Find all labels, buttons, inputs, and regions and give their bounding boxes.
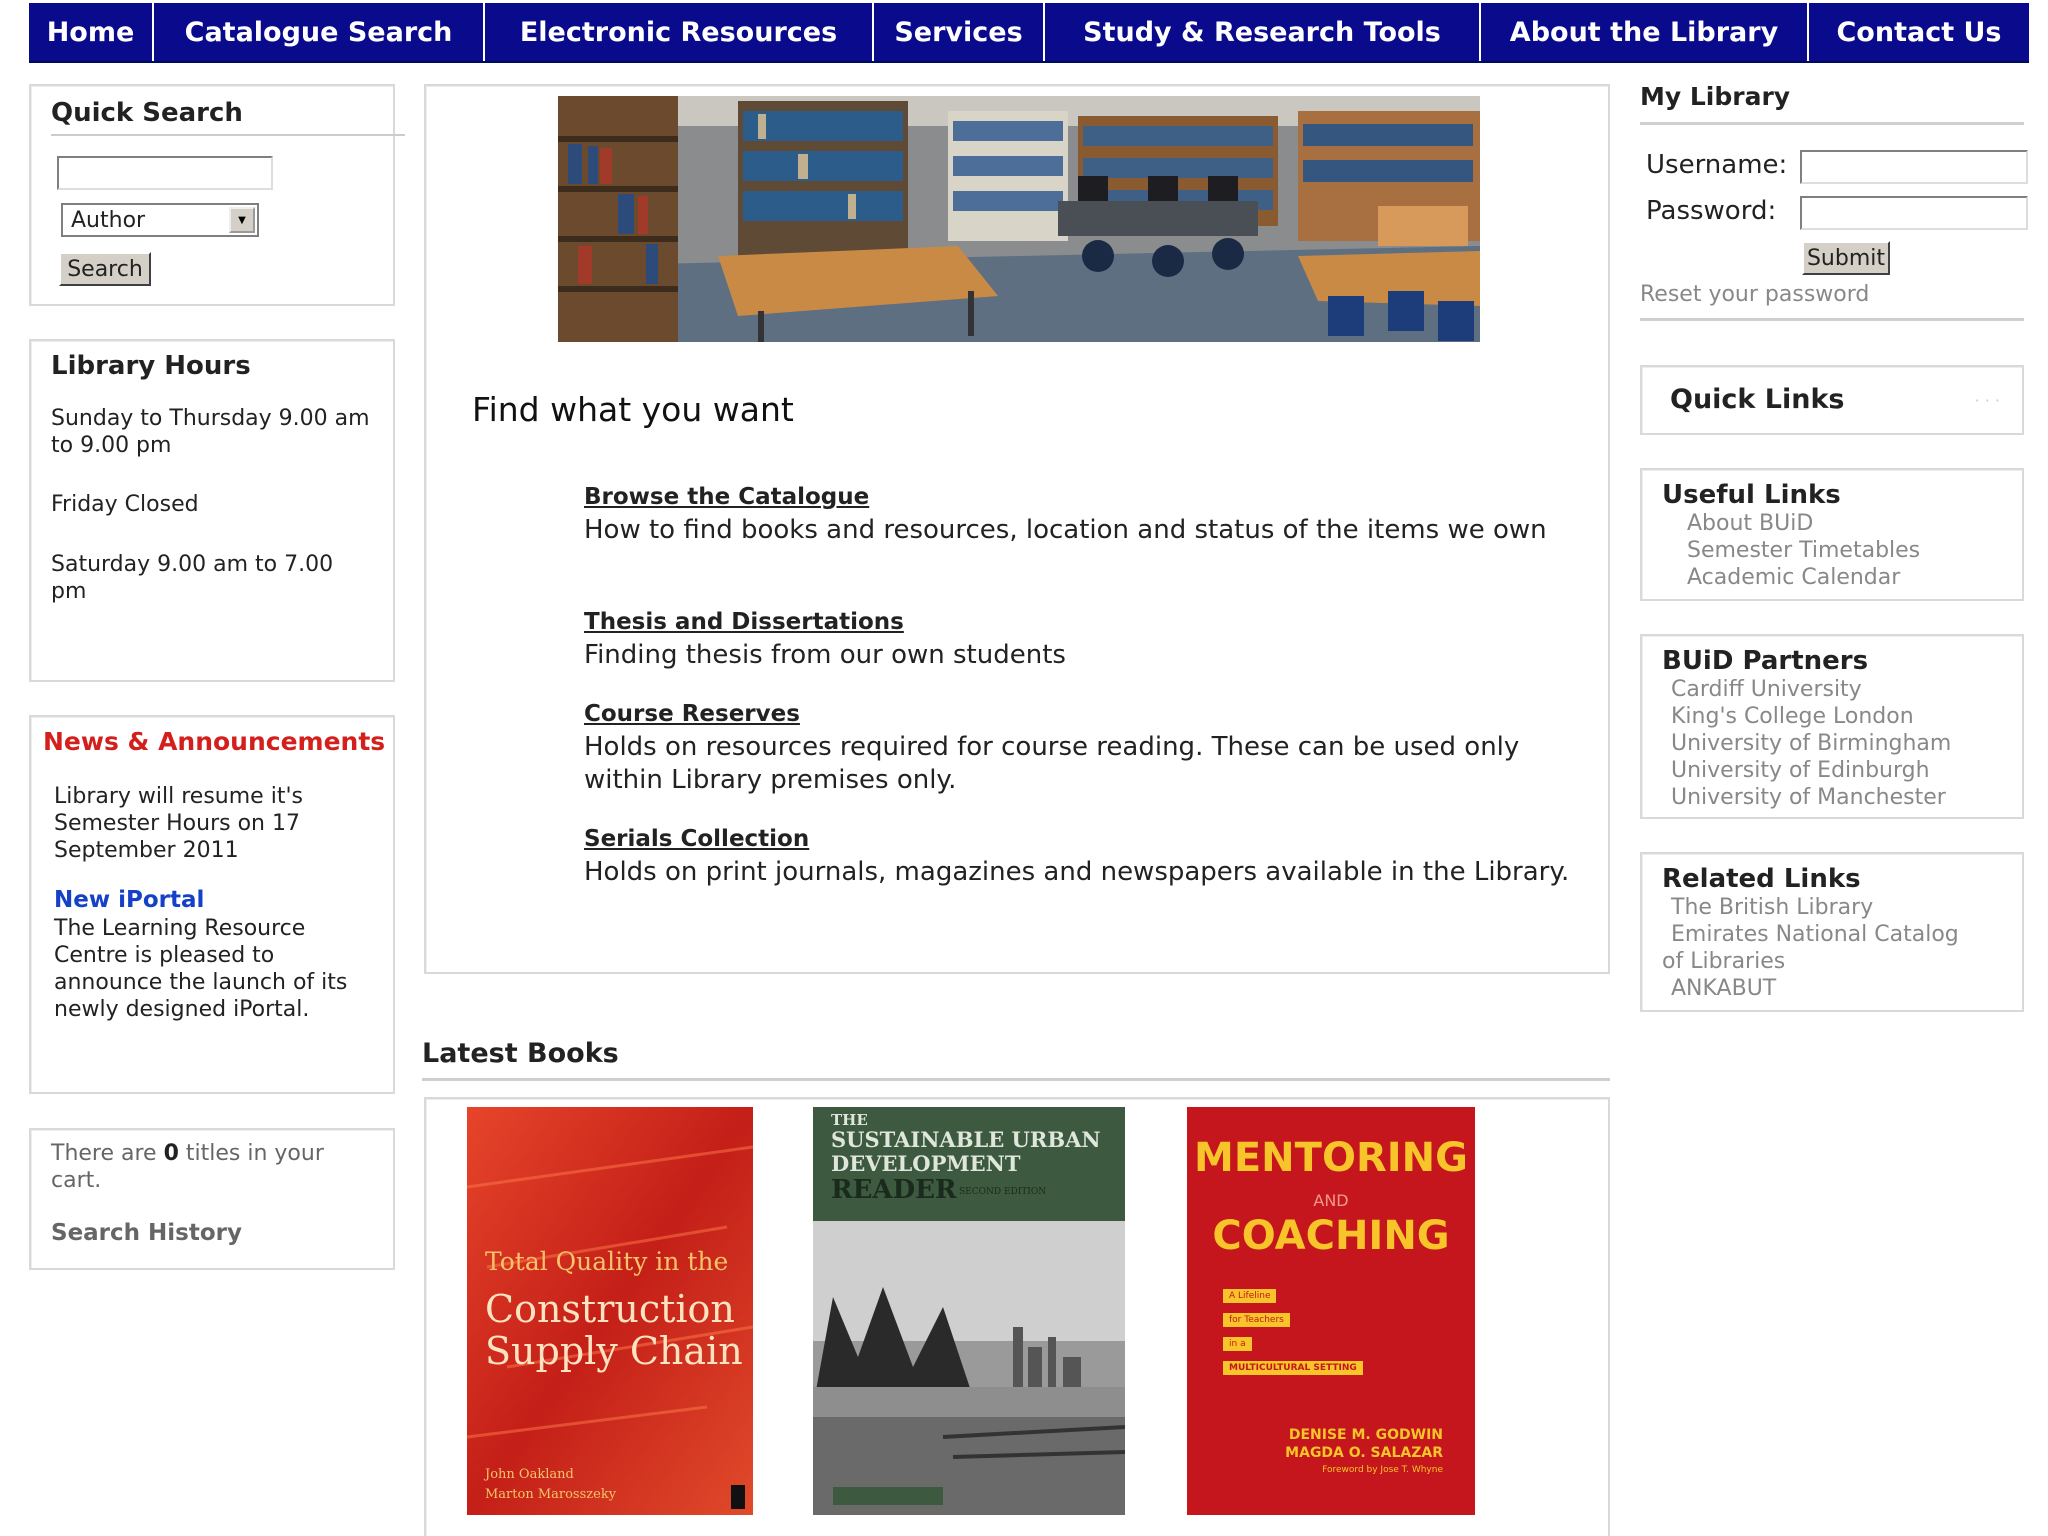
news-panel: News & Announcements Library will resume… xyxy=(29,715,395,1094)
news-item-iportal-link[interactable]: New iPortal xyxy=(54,887,204,913)
more-icon: · · · xyxy=(1974,391,2000,410)
divider xyxy=(1640,318,2024,321)
link-semester-timetables[interactable]: Semester Timetables xyxy=(1687,537,2027,564)
password-label: Password: xyxy=(1646,196,1777,226)
book-title-line: Supply Chain xyxy=(485,1329,743,1373)
link-kings-college-london[interactable]: King's College London xyxy=(1671,703,2011,730)
quick-search-title: Quick Search xyxy=(51,98,243,128)
cart-status: There are 0 titles in your cart. xyxy=(51,1141,324,1193)
book-title-line: AND xyxy=(1313,1191,1349,1210)
useful-links-panel: Useful Links About BUiD Semester Timetab… xyxy=(1640,468,2024,601)
link-university-of-manchester[interactable]: University of Manchester xyxy=(1671,784,2011,811)
book-title-line: Construction xyxy=(485,1287,735,1331)
book-tag: for Teachers xyxy=(1223,1313,1290,1327)
book-cover-sustainable-urban[interactable]: THE SUSTAINABLE URBAN DEVELOPMENT READER… xyxy=(813,1107,1125,1515)
search-button[interactable]: Search xyxy=(59,252,151,286)
my-library-title: My Library xyxy=(1640,82,1791,111)
divider xyxy=(1640,122,2024,125)
nav-about-the-library[interactable]: About the Library xyxy=(1481,3,1809,61)
quick-search-panel: Quick Search Author ▼ Search xyxy=(29,84,405,306)
news-item-text: Library will resume it's Semester Hours … xyxy=(54,784,303,863)
library-banner-image xyxy=(558,96,1480,342)
book-tag: A Lifeline xyxy=(1223,1289,1277,1303)
link-ankabut[interactable]: ANKABUT xyxy=(1662,975,2002,1002)
nav-contact-us[interactable]: Contact Us xyxy=(1809,3,2029,61)
cart-count: 0 xyxy=(163,1141,179,1166)
book-authors: John Oakland Marton Marosszeky xyxy=(485,1467,617,1502)
quick-links-title: Quick Links xyxy=(1670,384,1845,415)
divider xyxy=(51,134,405,136)
book-title-line: DEVELOPMENT xyxy=(831,1151,1021,1176)
link-emirates-national-catalog[interactable]: Emirates National Catalog xyxy=(1662,921,2002,948)
link-emirates-national-catalog-cont[interactable]: of Libraries xyxy=(1662,948,2002,975)
link-academic-calendar[interactable]: Academic Calendar xyxy=(1687,564,2027,591)
library-hours-panel: Library Hours Sunday to Thursday 9.00 am… xyxy=(29,339,395,682)
cart-panel: There are 0 titles in your cart. Search … xyxy=(29,1128,395,1270)
link-university-of-birmingham[interactable]: University of Birmingham xyxy=(1671,730,2011,757)
username-label: Username: xyxy=(1646,150,1788,180)
book-title-line: SUSTAINABLE URBAN xyxy=(831,1127,1101,1152)
browse-catalogue-description: How to find books and resources, locatio… xyxy=(584,515,1547,545)
book-title-line: COACHING xyxy=(1212,1213,1450,1259)
nav-services[interactable]: Services xyxy=(874,3,1045,61)
search-history-link[interactable]: Search History xyxy=(51,1220,242,1246)
book-authors: DENISE M. GODWIN xyxy=(1288,1427,1443,1443)
book-title-line: READER xyxy=(831,1175,957,1205)
book-foreword: Foreword by Jose T. Whyne xyxy=(1322,1465,1443,1475)
book-tag: MULTICULTURAL SETTING xyxy=(1223,1361,1363,1375)
course-reserves-link[interactable]: Course Reserves xyxy=(584,701,800,727)
news-title: News & Announcements xyxy=(43,727,386,756)
password-field[interactable] xyxy=(1800,196,2028,230)
buid-partners-title: BUiD Partners xyxy=(1662,646,1869,676)
username-field[interactable] xyxy=(1800,150,2028,184)
search-field-select[interactable]: Author ▼ xyxy=(61,203,259,237)
latest-books-heading: Latest Books xyxy=(422,1038,619,1069)
divider xyxy=(422,1078,1610,1081)
quick-links-panel[interactable]: Quick Links · · · xyxy=(1640,365,2024,435)
serials-collection-link[interactable]: Serials Collection xyxy=(584,826,809,852)
book-title-line: MENTORING xyxy=(1194,1135,1468,1181)
link-cardiff-university[interactable]: Cardiff University xyxy=(1671,676,2011,703)
chevron-down-icon[interactable]: ▼ xyxy=(229,207,255,233)
find-what-you-want-heading: Find what you want xyxy=(472,390,794,429)
link-university-of-edinburgh[interactable]: University of Edinburgh xyxy=(1671,757,2011,784)
hours-saturday: Saturday 9.00 am to 7.00 pm xyxy=(51,552,334,604)
useful-links-title: Useful Links xyxy=(1662,480,1841,510)
thesis-dissertations-link[interactable]: Thesis and Dissertations xyxy=(584,609,904,635)
book-cover-total-quality[interactable]: Total Quality in the Construction Supply… xyxy=(467,1107,753,1515)
book-title-line: Total Quality in the xyxy=(485,1247,729,1276)
related-links-panel: Related Links The British Library Emirat… xyxy=(1640,852,2024,1012)
reset-password-link[interactable]: Reset your password xyxy=(1640,282,1869,307)
submit-button[interactable]: Submit xyxy=(1802,241,1890,275)
main-content-panel: Find what you want Browse the Catalogue … xyxy=(424,84,1610,974)
thesis-dissertations-description: Finding thesis from our own students xyxy=(584,640,1066,670)
book-cover-mentoring-coaching[interactable]: MENTORING AND COACHING A Lifeline for Te… xyxy=(1187,1107,1475,1515)
nav-catalogue-search[interactable]: Catalogue Search xyxy=(154,3,485,61)
book-edition: SECOND EDITION xyxy=(959,1187,1047,1197)
course-reserves-description: Holds on resources required for course r… xyxy=(584,732,1520,795)
nav-electronic-resources[interactable]: Electronic Resources xyxy=(485,3,874,61)
link-british-library[interactable]: The British Library xyxy=(1662,894,2002,921)
serials-collection-description: Holds on print journals, magazines and n… xyxy=(584,857,1570,887)
link-about-buid[interactable]: About BUiD xyxy=(1687,510,2027,537)
news-item-text: The Learning Resource Centre is pleased … xyxy=(54,916,348,1022)
book-authors: MAGDA O. SALAZAR xyxy=(1285,1445,1443,1461)
top-navigation: Home Catalogue Search Electronic Resourc… xyxy=(29,3,2029,63)
related-links-title: Related Links xyxy=(1662,864,1861,894)
book-tag: in a xyxy=(1223,1337,1252,1351)
search-field-select-value: Author xyxy=(71,207,146,233)
latest-books-panel: Total Quality in the Construction Supply… xyxy=(424,1097,1610,1536)
browse-catalogue-link[interactable]: Browse the Catalogue xyxy=(584,484,869,510)
buid-partners-panel: BUiD Partners Cardiff University King's … xyxy=(1640,634,2024,819)
nav-study-research-tools[interactable]: Study & Research Tools xyxy=(1045,3,1481,61)
hours-sunday-thursday: Sunday to Thursday 9.00 am to 9.00 pm xyxy=(51,406,370,458)
quick-search-input[interactable] xyxy=(57,156,273,190)
library-hours-title: Library Hours xyxy=(51,351,251,381)
hours-friday: Friday Closed xyxy=(51,492,199,517)
nav-home[interactable]: Home xyxy=(29,3,154,61)
